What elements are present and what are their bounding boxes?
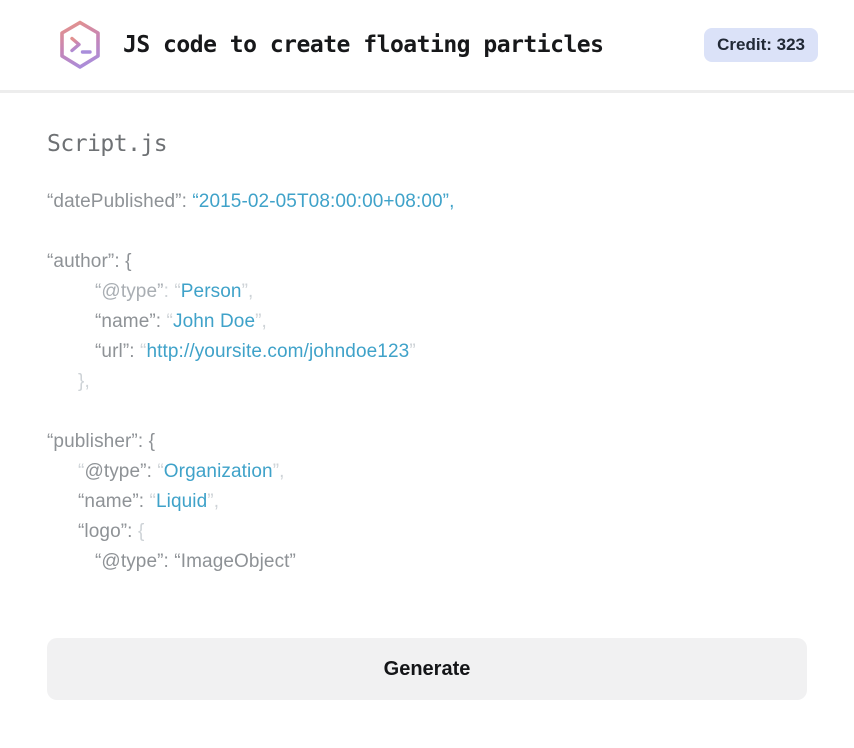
page-title: JS code to create floating particles (123, 32, 604, 58)
code-line: “url”: “http://yoursite.com/johndoe123” (47, 337, 807, 367)
credit-badge: Credit: 323 (704, 28, 818, 62)
code-line: “author”: { (47, 247, 807, 277)
code-segment: ”, (255, 311, 267, 332)
code-segment: @type”: (84, 461, 158, 482)
code-segment: John Doe (172, 311, 256, 332)
main-content: Script.js “datePublished”: “2015-02-05T0… (0, 131, 854, 700)
code-line: “@type”: “ImageObject” (47, 547, 807, 577)
code-line: }, (47, 367, 807, 397)
code-segment: : “ (163, 281, 181, 302)
code-segment: “@type” (95, 281, 164, 302)
code-segment: ” (409, 341, 416, 362)
header: JS code to create floating particles Cre… (0, 0, 854, 93)
code-block: “datePublished”: “2015-02-05T08:00:00+08… (47, 187, 807, 577)
code-line: “@type”: “Person”, (47, 277, 807, 307)
code-segment: http://yoursite.com/johndoe123 (146, 341, 410, 362)
code-segment: “name”: (78, 491, 150, 512)
code-line: “logo”: { (47, 517, 807, 547)
code-segment: “logo”: (78, 521, 138, 542)
generate-button[interactable]: Generate (47, 638, 807, 700)
code-segment: “datePublished”: (47, 191, 193, 212)
code-segment: Liquid (155, 491, 208, 512)
code-segment: “@type”: “ImageObject” (95, 551, 296, 572)
code-segment: ”, (241, 281, 254, 302)
app-logo (50, 15, 110, 75)
code-line: “@type”: “Organization”, (47, 457, 807, 487)
code-segment: “author”: { (47, 251, 132, 272)
code-segment: ”, (272, 461, 285, 482)
code-line: “datePublished”: “2015-02-05T08:00:00+08… (47, 187, 807, 217)
code-line: “name”: “John Doe”, (47, 307, 807, 337)
code-segment: Person (180, 281, 242, 302)
terminal-prompt-icon (60, 20, 100, 69)
code-line: “publisher”: { (47, 427, 807, 457)
code-segment: }, (78, 371, 90, 392)
code-segment: “url”: (95, 341, 141, 362)
code-segment: Organization (163, 461, 273, 482)
code-segment: “publisher”: { (47, 431, 156, 452)
code-segment: “2015-02-05T08:00:00+08:00”, (192, 191, 455, 212)
code-segment: ”, (207, 491, 220, 512)
code-segment: “name”: (95, 311, 167, 332)
code-line: “name”: “Liquid”, (47, 487, 807, 517)
code-segment: { (137, 521, 145, 542)
file-title: Script.js (47, 131, 168, 157)
